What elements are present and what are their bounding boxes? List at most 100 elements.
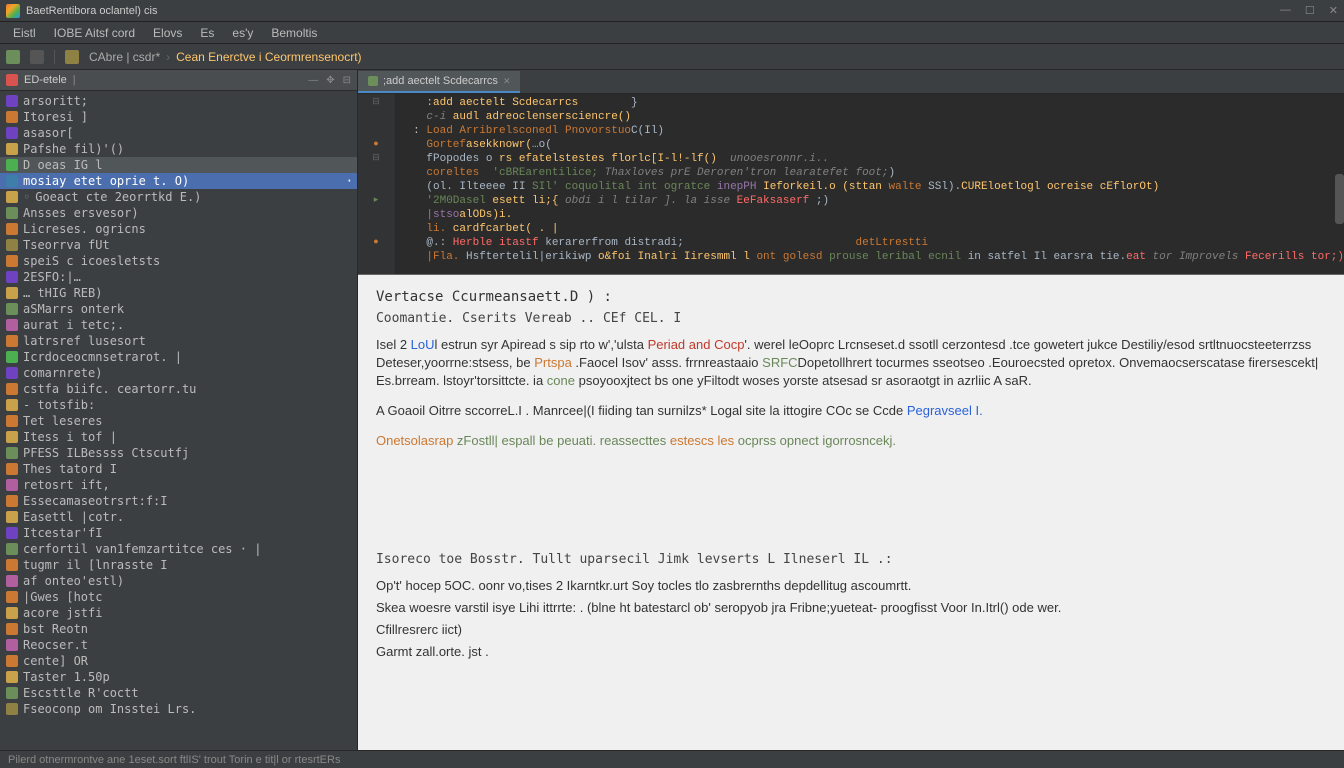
- tree-item[interactable]: cstfa biifc. ceartorr.tu: [0, 381, 357, 397]
- tree-item-label: bst Reotn: [23, 622, 88, 636]
- tree-item[interactable]: aurat i tetc;.: [0, 317, 357, 333]
- tree-item[interactable]: Itoresi ]: [0, 109, 357, 125]
- tree-item[interactable]: latrsref lusesort: [0, 333, 357, 349]
- project-icon[interactable]: [6, 50, 20, 64]
- breadcrumb-function[interactable]: Cean Enerctve i Ceormrensenocrt): [176, 50, 361, 64]
- tree-item[interactable]: … tHIG REB): [0, 285, 357, 301]
- tree-item[interactable]: 2ESFO:|…: [0, 269, 357, 285]
- list-icon[interactable]: [30, 50, 44, 64]
- tree-item[interactable]: PFESS ILBessss Ctscutfj: [0, 445, 357, 461]
- tree-item[interactable]: speiS c icoesletsts: [0, 253, 357, 269]
- tree-item-label: aSMarrs onterk: [23, 302, 124, 316]
- code-line[interactable]: |stsoalODs)i.: [400, 208, 1344, 222]
- tree-item[interactable]: arsoritt;: [0, 93, 357, 109]
- tree-item-label: asasor[: [23, 126, 74, 140]
- tree-item-label: Pafshe fil)'(): [23, 142, 124, 156]
- tree-item[interactable]: - totsfib:: [0, 397, 357, 413]
- tree-item-label: Fseoconp om Insstei Lrs.: [23, 702, 196, 716]
- tree-item[interactable]: acore jstfi: [0, 605, 357, 621]
- menu-item[interactable]: Es: [193, 24, 221, 42]
- chevron-right-icon: ›: [166, 50, 170, 64]
- tree-item[interactable]: Pafshe fil)'(): [0, 141, 357, 157]
- code-line[interactable]: :add aectelt Scdecarrcs }: [400, 96, 1344, 110]
- structure-tree[interactable]: arsoritt;Itoresi ] asasor[ Pafshe fil)'()D…: [0, 91, 357, 750]
- editor-gutter: ⊟ ● ⊟ ▸ ●: [358, 94, 396, 274]
- close-tab-icon[interactable]: ✕: [503, 76, 511, 87]
- code-line[interactable]: |Fla. Hsftertelil|erikiwp o&foi Inalri I…: [400, 250, 1344, 264]
- tree-item[interactable]: |Gwes [hotc: [0, 589, 357, 605]
- editor-tab[interactable]: ;add aectelt Scdecarrcs ✕: [358, 71, 521, 93]
- symbol-icon: [6, 191, 18, 203]
- symbol-icon: [6, 319, 18, 331]
- symbol-icon: [6, 559, 18, 571]
- tree-item[interactable]: mosiay etet oprie t. O)·: [0, 173, 357, 189]
- maximize-button[interactable]: ☐: [1305, 4, 1315, 17]
- code-line[interactable]: li. cardfcarbet( . |: [400, 222, 1344, 236]
- tree-item[interactable]: Itcestar'fI: [0, 525, 357, 541]
- tree-item[interactable]: Easettl |cotr.: [0, 509, 357, 525]
- doc-section-heading: Isoreco toe Bosstr. Tullt uparsecil Jimk…: [376, 552, 1326, 567]
- tree-item[interactable]: Fseoconp om Insstei Lrs.: [0, 701, 357, 717]
- sidebar-header: ED-etele | — ✥ ⊟: [0, 70, 357, 91]
- tree-item[interactable]: Essecamaseotrsrt:f:I: [0, 493, 357, 509]
- tree-item[interactable]: D oeas IG l: [0, 157, 357, 173]
- tree-item-label: Itoresi ]: [23, 110, 88, 124]
- code-editor[interactable]: ⊟ ● ⊟ ▸ ● :add aectelt Scdecarrcs } c-i …: [358, 94, 1344, 274]
- code-line[interactable]: (ol. Ilteeee II SIl' coquolital int ogra…: [400, 180, 1344, 194]
- editor-scrollbar[interactable]: [1335, 174, 1344, 224]
- close-button[interactable]: ✕: [1329, 4, 1338, 17]
- menu-item[interactable]: Bemoltis: [264, 24, 324, 42]
- symbol-icon: [6, 607, 18, 619]
- code-line[interactable]: '2M0Dasel esett li;{ obdi i l tilar ]. l…: [400, 194, 1344, 208]
- doc-paragraph: Isel 2 LoUl estrun syr Apiread s sip rto…: [376, 336, 1326, 390]
- menu-item[interactable]: Elovs: [146, 24, 189, 42]
- tree-item-label: Itess i tof |: [23, 430, 117, 444]
- tree-item[interactable]: Reocser.t: [0, 637, 357, 653]
- tree-item-label: tugmr il [lnrasste I: [23, 558, 168, 572]
- symbol-icon: [6, 367, 18, 379]
- structure-tab-icon: [6, 74, 18, 86]
- tree-item[interactable]: Taster 1.50p: [0, 669, 357, 685]
- tree-item-label: Taster 1.50p: [23, 670, 110, 684]
- code-line[interactable]: Gortefasekknowr(…o(: [400, 138, 1344, 152]
- tree-item[interactable]: retosrt ift,: [0, 477, 357, 493]
- tree-item[interactable]: aSMarrs onterk: [0, 301, 357, 317]
- code-line[interactable]: @.: Herble itastf kerarerfrom distradi; …: [400, 236, 1344, 250]
- minimize-panel-icon[interactable]: —: [308, 75, 318, 86]
- tree-item[interactable]: asasor[: [0, 125, 357, 141]
- documentation-panel[interactable]: Vertacse Ccurmeansaett.D ) : Coomantie. …: [358, 274, 1344, 750]
- tree-item[interactable]: Licreses. ogricns: [0, 221, 357, 237]
- gear-icon[interactable]: ✥: [326, 75, 334, 86]
- tree-item[interactable]: Thes tatord I: [0, 461, 357, 477]
- code-line[interactable]: fPopodes o rs efatelstestes florlc[I-l!-…: [400, 152, 1344, 166]
- breadcrumb-folder[interactable]: CAbre | csdr*: [89, 50, 160, 64]
- folder-icon[interactable]: [65, 50, 79, 64]
- tree-item[interactable]: Escsttle R'coctt: [0, 685, 357, 701]
- tree-item[interactable]: cente] OR: [0, 653, 357, 669]
- code-line[interactable]: : Load Arribrelsconedl PnovorstuoC(Il): [400, 124, 1344, 138]
- tree-item[interactable]: Tet leseres: [0, 413, 357, 429]
- tree-item[interactable]: Tseorrva fUt: [0, 237, 357, 253]
- code-line[interactable]: coreltes 'cBREarentilice; Thaxloves prE …: [400, 166, 1344, 180]
- menu-item[interactable]: Eistl: [6, 24, 43, 42]
- tree-item[interactable]: comarnrete): [0, 365, 357, 381]
- code-line[interactable]: c-i audl adreoclensersciencre(): [400, 110, 1344, 124]
- tree-item[interactable]: Ansses ersvesor): [0, 205, 357, 221]
- menu-item[interactable]: es'y: [225, 24, 260, 42]
- tree-item-label: speiS c icoesletsts: [23, 254, 160, 268]
- minimize-button[interactable]: —: [1280, 4, 1291, 17]
- tree-item[interactable]: af onteo'estl): [0, 573, 357, 589]
- menu-item[interactable]: IOBE Aitsf cord: [47, 24, 142, 42]
- tree-item[interactable]: cerfortil van1femzartitce ces · |: [0, 541, 357, 557]
- hide-panel-icon[interactable]: ⊟: [343, 75, 351, 86]
- structure-sidebar: ED-etele | — ✥ ⊟ arsoritt;Itoresi ] asaso…: [0, 70, 358, 750]
- tree-item[interactable]: bst Reotn: [0, 621, 357, 637]
- breadcrumb[interactable]: CAbre | csdr* › Cean Enerctve i Ceormren…: [89, 50, 362, 64]
- tree-item[interactable]: tugmr il [lnrasste I: [0, 557, 357, 573]
- symbol-icon: [6, 463, 18, 475]
- tree-item[interactable]: ◦Goeact cte 2eorrtkd E.): [0, 189, 357, 205]
- tree-item[interactable]: Icrdoceocmnsetrarot. |: [0, 349, 357, 365]
- tree-item[interactable]: Itess i tof |: [0, 429, 357, 445]
- symbol-icon: [6, 287, 18, 299]
- doc-line: Garmt zall.orte. jst .: [376, 643, 1326, 661]
